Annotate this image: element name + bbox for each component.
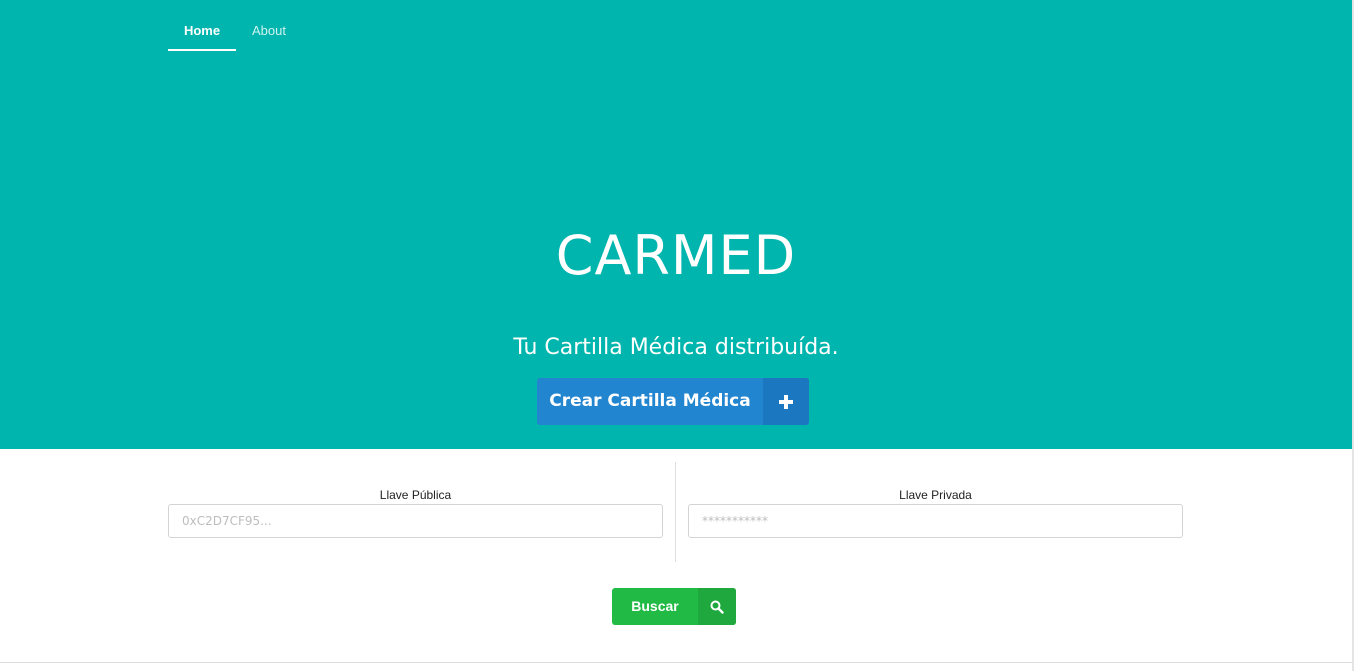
nav-home[interactable]: Home	[168, 0, 236, 51]
private-key-input[interactable]	[688, 504, 1183, 538]
hero-section: Home About CARMED Tu Cartilla Médica dis…	[0, 0, 1352, 449]
column-divider	[675, 462, 676, 562]
search-button[interactable]: Buscar	[612, 588, 736, 625]
plus-icon	[763, 378, 809, 425]
search-button-label: Buscar	[631, 598, 679, 614]
create-record-button[interactable]: Crear Cartilla Médica	[537, 378, 809, 425]
page-subtitle: Tu Cartilla Médica distribuída.	[513, 335, 839, 360]
footer-divider	[0, 662, 1352, 663]
search-icon	[698, 588, 736, 625]
public-key-label: Llave Pública	[379, 488, 452, 502]
create-record-label: Crear Cartilla Médica	[549, 391, 751, 411]
public-key-input[interactable]	[168, 504, 663, 538]
nav-about[interactable]: About	[236, 0, 302, 49]
private-key-label: Llave Privada	[899, 488, 972, 502]
page-title: CARMED	[555, 224, 797, 287]
